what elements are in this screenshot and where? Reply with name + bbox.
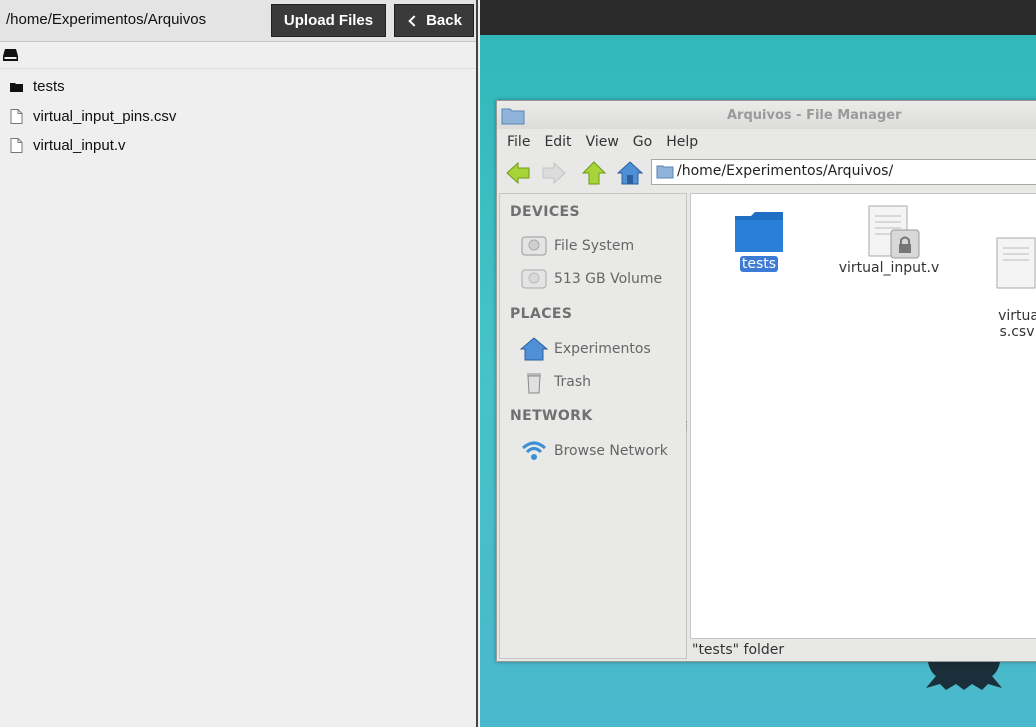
drive-icon — [3, 49, 18, 61]
file-name: virtual_input_pins.csv — [33, 107, 177, 125]
menu-bar: File Edit View Go Help — [497, 129, 1036, 155]
devices-header: DEVICES — [510, 204, 580, 220]
home-icon — [520, 337, 548, 361]
places-header: PLACES — [510, 306, 573, 322]
file-item-tests[interactable]: tests — [719, 208, 799, 272]
file-item-label: virtual_input.v — [838, 260, 940, 276]
remote-desktop[interactable]: Arquivos - File Manager File Edit View G… — [480, 0, 1036, 727]
text-file-locked-icon — [868, 205, 920, 259]
folder-icon — [501, 108, 525, 125]
sidebar: DEVICES File System 513 GB Volume PLACES — [499, 193, 687, 659]
panel-header: /home/Experimentos/Arquivos Upload Files… — [0, 0, 476, 42]
list-item-tests[interactable]: tests — [0, 72, 476, 102]
folder-icon — [735, 212, 783, 252]
file-view[interactable]: tests virtual_input.v virtua s.csv — [690, 193, 1036, 639]
menu-view[interactable]: View — [586, 129, 619, 155]
folder-icon — [656, 165, 674, 179]
current-path: /home/Experimentos/Arquivos — [6, 11, 207, 28]
menu-edit[interactable]: Edit — [544, 129, 571, 155]
network-header: NETWORK — [510, 408, 593, 424]
upload-files-button[interactable]: Upload Files — [271, 4, 386, 37]
address-bar[interactable]: /home/Experimentos/Arquivos/ — [651, 159, 1036, 185]
remote-file-panel: /home/Experimentos/Arquivos Upload Files… — [0, 0, 478, 727]
pane-splitter[interactable] — [686, 421, 689, 431]
trash-icon — [527, 373, 541, 394]
sidebar-item-label: 513 GB Volume — [554, 271, 663, 287]
file-item-virtual-input-v[interactable]: virtual_input.v — [836, 204, 942, 276]
file-manager-window: Arquivos - File Manager File Edit View G… — [496, 100, 1036, 662]
hard-drive-icon — [521, 269, 547, 289]
file-item-label: tests — [739, 256, 779, 272]
chevron-left-icon — [408, 14, 420, 27]
window-titlebar[interactable]: Arquivos - File Manager — [497, 101, 1036, 129]
list-item-virtual-input-v[interactable]: virtual_input.v — [0, 131, 476, 161]
menu-go[interactable]: Go — [633, 129, 652, 155]
file-list: tests virtual_input_pins.csv virtual_inp… — [0, 72, 476, 161]
sidebar-item-experimentos[interactable]: Experimentos — [520, 334, 651, 364]
hard-drive-icon — [521, 236, 547, 256]
sidebar-item-label: Browse Network — [554, 443, 668, 459]
file-name: tests — [33, 78, 65, 96]
status-bar: "tests" folder — [690, 639, 1036, 661]
wifi-icon — [521, 441, 547, 460]
text-file-icon — [996, 237, 1036, 289]
drive-row[interactable] — [0, 43, 476, 69]
mascot-silhouette-icon — [926, 662, 1002, 690]
address-text: /home/Experimentos/Arquivos/ — [677, 163, 894, 179]
file-name: virtual_input.v — [33, 137, 126, 155]
list-item-virtual-input-pins[interactable]: virtual_input_pins.csv — [0, 102, 476, 132]
sidebar-item-label: Trash — [554, 374, 591, 390]
home-icon[interactable] — [617, 160, 643, 186]
forward-arrow-icon[interactable] — [541, 160, 567, 186]
sidebar-item-label: Experimentos — [554, 341, 651, 357]
desktop-top-bar — [480, 0, 1036, 35]
folder-icon — [10, 83, 23, 93]
sidebar-item-file-system[interactable]: File System — [520, 231, 634, 261]
back-label: Back — [426, 12, 462, 29]
sidebar-item-volume[interactable]: 513 GB Volume — [520, 264, 662, 294]
sidebar-item-browse-network[interactable]: Browse Network — [520, 436, 668, 466]
status-text: "tests" folder — [692, 642, 785, 658]
sidebar-item-trash[interactable]: Trash — [520, 367, 591, 397]
sidebar-item-label: File System — [554, 238, 635, 254]
back-arrow-icon[interactable] — [505, 160, 531, 186]
back-button[interactable]: Back — [394, 4, 474, 37]
menu-help[interactable]: Help — [666, 129, 698, 155]
file-item-virtual-input-pins[interactable]: virtual_inp s.csv — [957, 204, 1036, 356]
menu-file[interactable]: File — [507, 129, 530, 155]
upload-files-label: Upload Files — [283, 12, 374, 29]
file-icon — [10, 108, 23, 124]
file-item-label: virtual_inp s.csv — [998, 308, 1036, 340]
file-icon — [10, 138, 23, 154]
window-title: Arquivos - File Manager — [727, 108, 902, 123]
up-arrow-icon[interactable] — [581, 160, 607, 186]
